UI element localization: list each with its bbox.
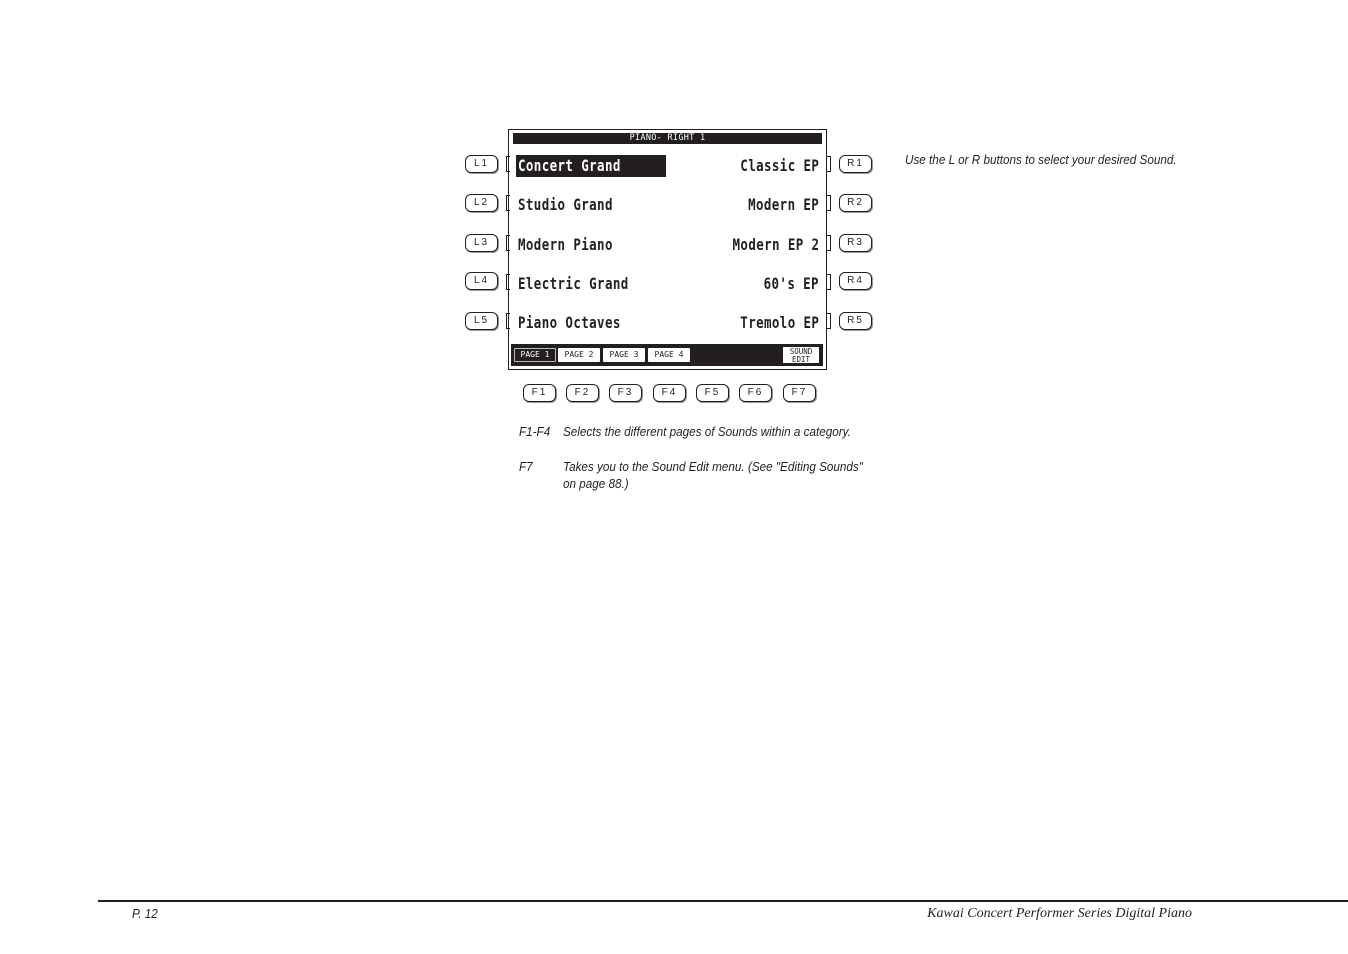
book-title: Kawai Concert Performer Series Digital P…	[927, 906, 1192, 921]
bracket-right-5	[827, 313, 831, 329]
sound-left-1[interactable]: Concert Grand	[518, 155, 621, 177]
r2-button[interactable]: R2	[839, 194, 872, 212]
r3-button[interactable]: R3	[839, 234, 872, 252]
note-text-f1-f4: Selects the different pages of Sounds wi…	[563, 424, 851, 439]
bracket-right-3	[827, 235, 831, 251]
sound-right-3[interactable]: Modern EP 2	[732, 234, 819, 256]
l5-button[interactable]: L5	[465, 312, 498, 330]
bracket-left-4	[506, 274, 510, 290]
l4-button[interactable]: L4	[465, 272, 498, 290]
tab-page-1[interactable]: PAGE 1	[514, 348, 556, 362]
l1-button[interactable]: L1	[465, 155, 498, 173]
sound-left-4[interactable]: Electric Grand	[518, 273, 629, 295]
r1-button[interactable]: R1	[839, 155, 872, 173]
tab-page-3[interactable]: PAGE 3	[603, 348, 645, 362]
bracket-right-1	[827, 156, 831, 172]
bracket-left-5	[506, 313, 510, 329]
side-note: Use the L or R buttons to select your de…	[905, 152, 1177, 167]
r4-button[interactable]: R4	[839, 272, 872, 290]
page-number: P. 12	[132, 906, 158, 921]
sound-right-5[interactable]: Tremolo EP	[740, 312, 819, 334]
bracket-right-4	[827, 274, 831, 290]
f6-button[interactable]: F6	[739, 384, 772, 402]
sound-edit-button[interactable]: SOUND EDIT	[783, 347, 819, 363]
r5-button[interactable]: R5	[839, 312, 872, 330]
note-key-f1-f4: F1-F4	[519, 424, 551, 439]
note-text-f7-line1: Takes you to the Sound Edit menu. (See "…	[563, 459, 863, 474]
sound-right-2[interactable]: Modern EP	[748, 194, 819, 216]
sound-right-1[interactable]: Classic EP	[740, 155, 819, 177]
function-bar: PAGE 1 PAGE 2 PAGE 3 PAGE 4 SOUND EDIT	[511, 344, 823, 366]
lcd-title: PIANO- RIGHT 1	[513, 133, 822, 144]
sound-edit-line2: EDIT	[791, 354, 811, 364]
f4-button[interactable]: F4	[653, 384, 686, 402]
sound-left-3[interactable]: Modern Piano	[518, 234, 613, 256]
note-text-f7-line2: on page 88.)	[563, 476, 629, 491]
f5-button[interactable]: F5	[696, 384, 729, 402]
footer-divider	[98, 900, 1348, 902]
f7-button[interactable]: F7	[783, 384, 816, 402]
f1-button[interactable]: F1	[523, 384, 556, 402]
bracket-right-2	[827, 195, 831, 211]
l3-button[interactable]: L3	[465, 234, 498, 252]
bracket-left-1	[506, 156, 510, 172]
l2-button[interactable]: L2	[465, 194, 498, 212]
tab-page-4[interactable]: PAGE 4	[648, 348, 690, 362]
note-key-f7: F7	[519, 459, 533, 474]
lcd-screen: PIANO- RIGHT 1 Concert Grand Studio Gran…	[508, 129, 827, 370]
sound-right-4[interactable]: 60's EP	[764, 273, 819, 295]
sound-left-5[interactable]: Piano Octaves	[518, 312, 621, 334]
f3-button[interactable]: F3	[609, 384, 642, 402]
bracket-left-2	[506, 195, 510, 211]
sound-left-2[interactable]: Studio Grand	[518, 194, 613, 216]
bracket-left-3	[506, 235, 510, 251]
tab-page-2[interactable]: PAGE 2	[558, 348, 600, 362]
f2-button[interactable]: F2	[566, 384, 599, 402]
